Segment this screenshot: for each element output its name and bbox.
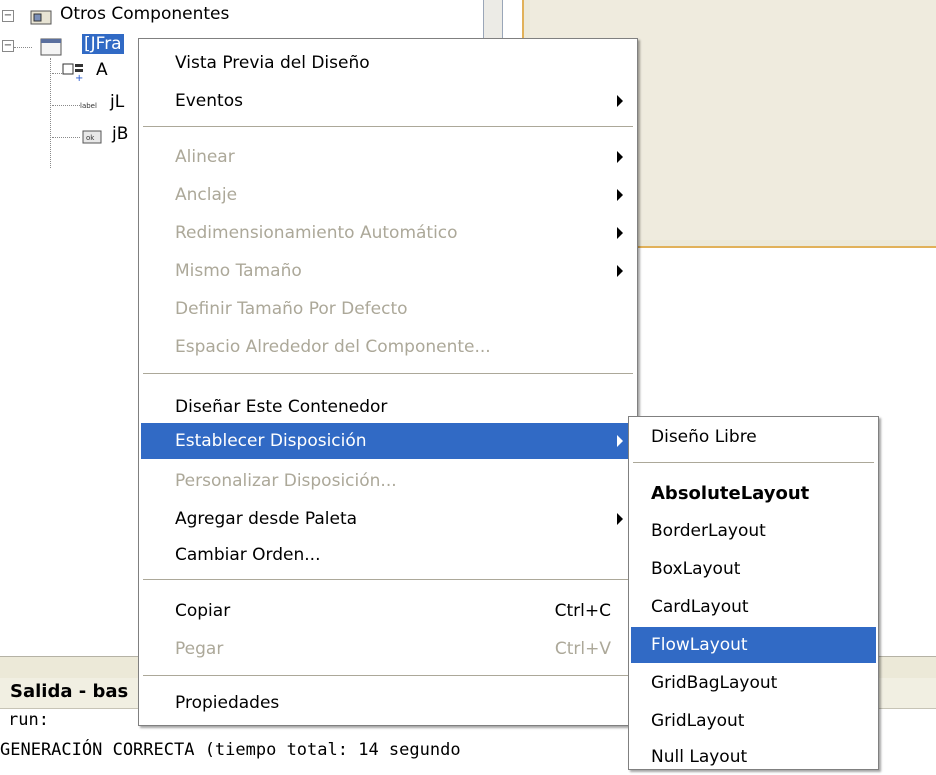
- layout-item-label: GridLayout: [651, 711, 745, 731]
- svg-text:label: label: [80, 102, 97, 110]
- layout-item-flowlayout[interactable]: FlowLayout: [631, 627, 876, 663]
- menu-item-label: Definir Tamaño Por Defecto: [175, 299, 408, 319]
- layout-item-gridbaglayout[interactable]: GridBagLayout: [631, 665, 876, 701]
- layout-item-gridlayout[interactable]: GridLayout: [631, 703, 876, 739]
- tree-label-jb[interactable]: jB: [112, 124, 128, 144]
- menu-item-copiar[interactable]: Copiar Ctrl+C: [141, 593, 635, 629]
- collapse-icon[interactable]: −: [2, 10, 14, 22]
- layout-item-label: FlowLayout: [651, 635, 748, 655]
- tree-label-absolute[interactable]: A: [96, 60, 108, 80]
- menu-item-label: Cambiar Orden...: [175, 545, 321, 565]
- shortcut-label: Ctrl+V: [554, 639, 611, 659]
- layout-item-label: BoxLayout: [651, 559, 741, 579]
- menu-item-label: Vista Previa del Diseño: [175, 53, 370, 73]
- menu-item-vista-previa[interactable]: Vista Previa del Diseño: [141, 45, 635, 81]
- menu-item-label: Redimensionamiento Automático: [175, 223, 458, 243]
- menu-item-label: Eventos: [175, 91, 243, 111]
- menu-item-agregar-paleta[interactable]: Agregar desde Paleta: [141, 501, 635, 537]
- tree-scrollbar[interactable]: [483, 0, 503, 43]
- menu-item-label: Anclaje: [175, 185, 238, 205]
- menu-item-alinear[interactable]: Alinear: [141, 139, 635, 175]
- menu-item-propiedades[interactable]: Propiedades: [141, 685, 635, 721]
- submenu-arrow-icon: [617, 227, 623, 239]
- menu-item-disenar-contenedor[interactable]: Diseñar Este Contenedor: [141, 389, 635, 425]
- layout-item-label: Diseño Libre: [651, 427, 757, 447]
- menu-separator: [633, 462, 874, 463]
- menu-item-label: Agregar desde Paleta: [175, 509, 358, 529]
- layout-item-boxlayout[interactable]: BoxLayout: [631, 551, 876, 587]
- submenu-arrow-icon: [617, 435, 623, 447]
- menu-item-pegar[interactable]: Pegar Ctrl+V: [141, 631, 635, 667]
- menu-item-label: Establecer Disposición: [175, 431, 367, 451]
- submenu-arrow-icon: [617, 95, 623, 107]
- submenu-arrow-icon: [617, 151, 623, 163]
- layout-item-label: Null Layout: [651, 747, 748, 767]
- layout-item-label: GridBagLayout: [651, 673, 778, 693]
- absolute-layout-icon: +: [62, 63, 83, 81]
- layout-item-cardlayout[interactable]: CardLayout: [631, 589, 876, 625]
- menu-item-redimensionamiento[interactable]: Redimensionamiento Automático: [141, 215, 635, 251]
- menu-separator: [143, 373, 633, 374]
- menu-item-label: Diseñar Este Contenedor: [175, 397, 388, 417]
- console-line: GENERACIÓN CORRECTA (tiempo total: 14 se…: [0, 740, 461, 760]
- menu-item-label: Espacio Alrededor del Componente...: [175, 337, 491, 357]
- svg-text:+: +: [75, 73, 83, 81]
- menu-separator: [143, 675, 633, 676]
- collapse-icon[interactable]: −: [2, 40, 14, 52]
- menu-item-eventos[interactable]: Eventos: [141, 83, 635, 119]
- menu-item-label: Copiar: [175, 601, 231, 621]
- tree-label-jl[interactable]: jL: [110, 92, 124, 112]
- jframe-icon: [40, 38, 62, 56]
- menu-item-label: Personalizar Disposición...: [175, 471, 397, 491]
- console-line: run:: [8, 710, 49, 730]
- label-icon: label: [80, 102, 97, 110]
- menu-item-cambiar-orden[interactable]: Cambiar Orden...: [141, 537, 635, 573]
- menu-item-personalizar-disposicion[interactable]: Personalizar Disposición...: [141, 463, 635, 499]
- menu-item-mismo-tamano[interactable]: Mismo Tamaño: [141, 253, 635, 289]
- menu-separator: [143, 126, 633, 127]
- menu-separator: [143, 579, 633, 580]
- menu-item-label: Propiedades: [175, 693, 280, 713]
- menu-item-label: Pegar: [175, 639, 224, 659]
- submenu-arrow-icon: [617, 513, 623, 525]
- svg-text:ok: ok: [86, 134, 95, 142]
- output-title-text: Salida - bas: [10, 681, 129, 702]
- context-menu: Vista Previa del Diseño Eventos Alinear …: [138, 38, 638, 726]
- button-icon: ok: [82, 130, 102, 144]
- menu-item-establecer-disposicion[interactable]: Establecer Disposición: [141, 423, 635, 459]
- shortcut-label: Ctrl+C: [554, 601, 611, 621]
- menu-item-anclaje[interactable]: Anclaje: [141, 177, 635, 213]
- menu-item-definir-tamano[interactable]: Definir Tamaño Por Defecto: [141, 291, 635, 327]
- menu-item-label: Mismo Tamaño: [175, 261, 302, 281]
- tree-label-jframe[interactable]: [JFra: [82, 34, 124, 54]
- layout-item-label: AbsoluteLayout: [651, 482, 810, 504]
- menu-item-espacio-alrededor[interactable]: Espacio Alrededor del Componente...: [141, 329, 635, 365]
- tree-label-otros[interactable]: Otros Componentes: [60, 4, 229, 24]
- submenu-arrow-icon: [617, 265, 623, 277]
- menu-item-label: Alinear: [175, 147, 235, 167]
- layout-item-absolutelayout[interactable]: AbsoluteLayout: [631, 475, 876, 511]
- submenu-arrow-icon: [617, 189, 623, 201]
- layout-submenu: Diseño Libre AbsoluteLayout BorderLayout…: [628, 416, 879, 770]
- layout-item-diseno-libre[interactable]: Diseño Libre: [631, 419, 876, 455]
- layout-item-label: CardLayout: [651, 597, 749, 617]
- layout-item-label: BorderLayout: [651, 521, 766, 541]
- layout-item-borderlayout[interactable]: BorderLayout: [631, 513, 876, 549]
- container-icon: [30, 10, 52, 25]
